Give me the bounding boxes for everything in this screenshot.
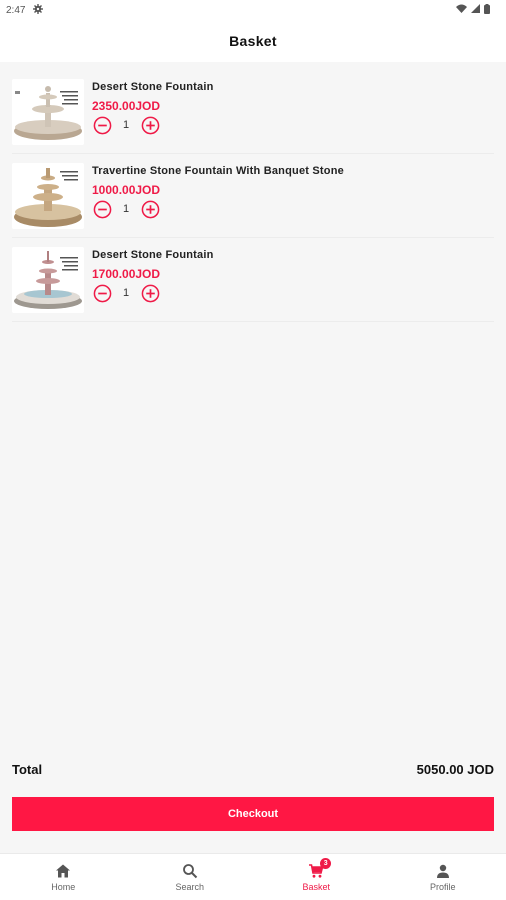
quantity-stepper: 1 [92, 115, 214, 135]
battery-icon [484, 3, 490, 17]
search-icon [182, 863, 198, 879]
product-name[interactable]: Travertine Stone Fountain With Banquet S… [92, 165, 344, 177]
cart-icon: 3 [308, 857, 332, 879]
quantity-value: 1 [122, 119, 130, 131]
minus-circle-icon[interactable] [92, 115, 112, 135]
checkout-button[interactable]: Checkout [12, 797, 494, 831]
nav-item-home[interactable]: Home [0, 854, 127, 900]
product-image[interactable] [12, 247, 84, 313]
nav-item-profile[interactable]: Profile [380, 854, 506, 900]
quantity-value: 1 [122, 203, 130, 215]
product-name[interactable]: Desert Stone Fountain [92, 81, 214, 93]
total-label: Total [12, 762, 43, 777]
minus-circle-icon[interactable] [92, 199, 112, 219]
quantity-value: 1 [122, 287, 130, 299]
nav-label: Search [175, 881, 205, 892]
person-icon [435, 863, 451, 879]
nav-label: Profile [429, 881, 456, 892]
basket-item: Desert Stone Fountain 1700.00JOD 1 [12, 238, 494, 322]
minus-circle-icon[interactable] [92, 283, 112, 303]
bottom-navigation: Home Search 3 Basket Profile [0, 853, 506, 900]
wifi-icon [456, 4, 467, 16]
basket-count-badge: 3 [320, 857, 332, 869]
product-name[interactable]: Desert Stone Fountain [92, 249, 214, 261]
product-image[interactable] [12, 79, 84, 145]
basket-item: Travertine Stone Fountain With Banquet S… [12, 154, 494, 238]
nav-label: Basket [302, 881, 330, 892]
total-row: Total 5050.00 JOD [12, 762, 494, 777]
app-bar: Basket [0, 20, 506, 62]
plus-circle-icon[interactable] [140, 283, 160, 303]
settings-icon [33, 3, 44, 17]
basket-item: Desert Stone Fountain 2350.00JOD 1 [12, 70, 494, 154]
nav-label: Home [51, 881, 76, 892]
signal-icon [471, 4, 480, 16]
quantity-stepper: 1 [92, 199, 344, 219]
status-bar: 2:47 [0, 0, 506, 20]
plus-circle-icon[interactable] [140, 115, 160, 135]
product-price: 2350.00JOD [92, 99, 161, 113]
nav-item-basket[interactable]: 3 Basket [253, 854, 380, 900]
page-title: Basket [229, 33, 277, 49]
product-price: 1000.00JOD [92, 183, 161, 197]
status-time: 2:47 [6, 4, 26, 16]
plus-circle-icon[interactable] [140, 199, 160, 219]
product-price: 1700.00JOD [92, 267, 161, 281]
quantity-stepper: 1 [92, 283, 214, 303]
basket-list: Desert Stone Fountain 2350.00JOD 1 Trave… [0, 62, 506, 322]
home-icon [55, 863, 71, 879]
total-value: 5050.00 JOD [416, 762, 494, 777]
nav-item-search[interactable]: Search [127, 854, 254, 900]
product-image[interactable] [12, 163, 84, 229]
